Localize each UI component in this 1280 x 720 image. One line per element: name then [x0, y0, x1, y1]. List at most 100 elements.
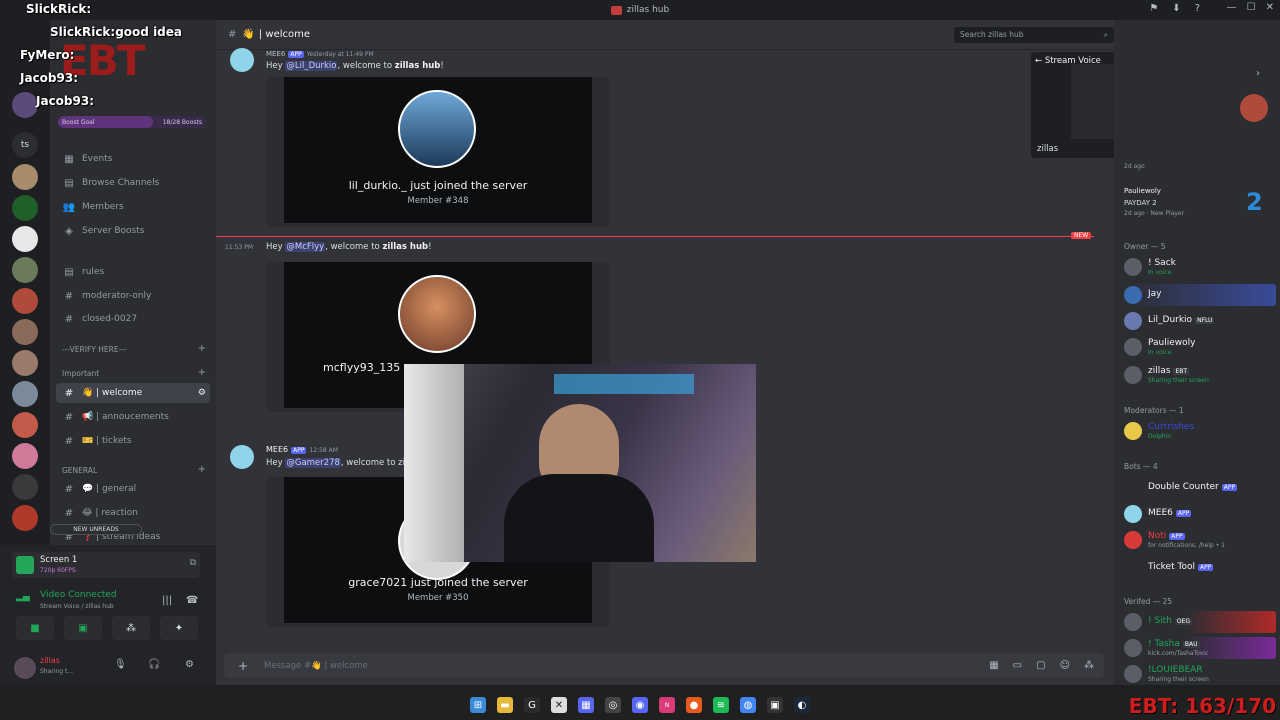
add-channel-icon[interactable]: +: [198, 343, 206, 354]
app-icon[interactable]: ▦: [578, 697, 594, 713]
screen-share-tile[interactable]: Screen 1 720p 60FPS ⧉: [12, 552, 200, 578]
member-item[interactable]: ! Tasha BAU kick.com/TashaToxic: [1124, 637, 1276, 659]
member-item[interactable]: ! Sack In voice: [1124, 256, 1276, 278]
member-item[interactable]: Pauliewoly In voice: [1124, 336, 1276, 358]
sidebar-item-members[interactable]: 👥 Members: [56, 197, 210, 217]
channel-general[interactable]: # 💬 | general: [56, 479, 210, 499]
server-icon[interactable]: [12, 412, 38, 438]
gif-icon[interactable]: ▭: [1013, 660, 1022, 671]
member-item[interactable]: MEE6 APP: [1124, 503, 1276, 525]
minimize-icon[interactable]: —: [1227, 2, 1237, 13]
app-icon[interactable]: ✕: [551, 697, 567, 713]
add-attachment-icon[interactable]: +: [238, 659, 248, 673]
hash-icon: #: [64, 313, 74, 325]
sticker-icon[interactable]: ▢: [1036, 660, 1045, 671]
spotify-icon[interactable]: ≋: [713, 697, 729, 713]
disconnect-icon[interactable]: ☎: [186, 595, 198, 606]
user-mention[interactable]: @Gamer278: [285, 458, 341, 468]
user-mention[interactable]: @Lil_Durkio: [285, 61, 338, 71]
activities-button[interactable]: ⁂: [112, 616, 150, 640]
server-icon[interactable]: [12, 474, 38, 500]
member-item[interactable]: Double Counter APP: [1124, 477, 1276, 499]
emoji-icon[interactable]: ☺: [1060, 660, 1070, 671]
start-icon[interactable]: ⊞: [470, 697, 486, 713]
channel-tickets[interactable]: # 🎫 | tickets: [56, 431, 210, 451]
help-icon[interactable]: ?: [1195, 3, 1200, 14]
category-important[interactable]: Important: [62, 369, 99, 378]
member-item[interactable]: ! Sith OEG: [1124, 611, 1276, 633]
channel-rules[interactable]: ▤ rules: [56, 262, 210, 282]
chrome-icon[interactable]: ◍: [740, 697, 756, 713]
server-icon[interactable]: [12, 443, 38, 469]
camera-button[interactable]: ■: [16, 616, 54, 640]
back-icon[interactable]: ←: [1035, 56, 1042, 66]
server-icon[interactable]: [12, 195, 38, 221]
member-item[interactable]: Jay: [1124, 284, 1276, 306]
sidebar-item-events[interactable]: ▦ Events: [56, 149, 210, 169]
add-channel-icon[interactable]: +: [198, 464, 206, 475]
server-icon[interactable]: [12, 288, 38, 314]
settings-icon[interactable]: ⚙: [185, 659, 194, 670]
server-icon[interactable]: [12, 319, 38, 345]
screen-share-button[interactable]: ▣: [64, 616, 102, 640]
avatar[interactable]: [230, 445, 254, 469]
inbox-icon[interactable]: ⚑: [1149, 3, 1158, 14]
steam-icon[interactable]: ◐: [794, 697, 810, 713]
sidebar-item-boosts[interactable]: ◈ Server Boosts: [56, 221, 210, 241]
activity-card[interactable]: Pauliewoly PAYDAY 2 2d ago · New Player …: [1124, 186, 1276, 222]
settings-icon[interactable]: ⚙: [198, 388, 206, 398]
server-icon[interactable]: [12, 381, 38, 407]
popout-icon[interactable]: ⧉: [190, 558, 196, 568]
server-icon[interactable]: [12, 350, 38, 376]
server-icon[interactable]: [12, 226, 38, 252]
app-icon[interactable]: ◎: [605, 697, 621, 713]
search-input[interactable]: Search zillas hub ⌕: [954, 27, 1114, 43]
category-general[interactable]: GENERAL: [62, 466, 97, 475]
category-verify[interactable]: ---VERIFY HERE---: [62, 345, 127, 354]
chevron-right-icon[interactable]: ›: [1256, 68, 1260, 79]
file-explorer-icon[interactable]: ▬: [497, 697, 513, 713]
member-item[interactable]: Lil_Durkio NFLU: [1124, 310, 1276, 332]
user-mention[interactable]: @McFlyy: [285, 242, 326, 252]
channel-reaction[interactable]: # 😂 | reaction: [56, 503, 210, 523]
server-icon[interactable]: [12, 164, 38, 190]
avatar: [1124, 366, 1142, 384]
app-icon[interactable]: ●: [686, 697, 702, 713]
add-channel-icon[interactable]: +: [198, 367, 206, 378]
soundboard-button[interactable]: ✦: [160, 616, 198, 640]
new-unreads-pill[interactable]: NEW UNREADS: [50, 524, 142, 535]
maximize-icon[interactable]: ☐: [1247, 2, 1256, 13]
gift-icon[interactable]: ▦: [989, 660, 998, 671]
server-icon[interactable]: [12, 257, 38, 283]
apps-icon[interactable]: ⁂: [1084, 660, 1094, 671]
headphones-icon[interactable]: 🎧: [148, 659, 160, 670]
member-item[interactable]: zillas EBT Sharing their screen: [1124, 364, 1276, 386]
channel-annoucements[interactable]: # 📢 | annoucements: [56, 407, 210, 427]
message-input[interactable]: + Message #👋 | welcome ▦ ▭ ▢ ☺ ⁂: [224, 653, 1104, 678]
server-icon[interactable]: [12, 505, 38, 531]
discord-icon[interactable]: ◉: [632, 697, 648, 713]
member-item[interactable]: !LOUIEBEAR Sharing their screen: [1124, 663, 1276, 685]
sidebar-item-browse[interactable]: ▤ Browse Channels: [56, 173, 210, 193]
avatar[interactable]: [230, 48, 254, 72]
channel-closed[interactable]: # closed-0027: [56, 309, 210, 329]
welcome-card[interactable]: lil_durkio._ just joined the server Memb…: [266, 77, 610, 227]
download-icon[interactable]: ⬇: [1172, 3, 1180, 14]
channel-welcome[interactable]: # 👋 | welcome ⚙: [56, 383, 210, 403]
member-item[interactable]: Ticket Tool APP: [1124, 557, 1276, 579]
server-icon[interactable]: [1240, 94, 1268, 122]
member-item[interactable]: Curtrishes Dolphin: [1124, 420, 1276, 442]
app-icon[interactable]: G: [524, 697, 540, 713]
close-icon[interactable]: ✕: [1266, 2, 1274, 13]
avatar[interactable]: [14, 657, 36, 679]
channel-moderator-only[interactable]: # moderator-only: [56, 286, 210, 306]
boost-goal-bar[interactable]: Boost Goal 18/28 Boosts: [58, 116, 206, 128]
noise-icon[interactable]: |||: [162, 595, 172, 606]
mic-icon[interactable]: 🎙: [114, 659, 127, 670]
avatar: [1124, 422, 1142, 440]
app-icon[interactable]: N: [659, 697, 675, 713]
member-item[interactable]: Noti APP for notifications, /help • 1: [1124, 529, 1276, 551]
server-ts[interactable]: ts: [12, 132, 38, 158]
app-icon[interactable]: ▣: [767, 697, 783, 713]
role-header-bots: Bots — 4: [1124, 462, 1158, 471]
